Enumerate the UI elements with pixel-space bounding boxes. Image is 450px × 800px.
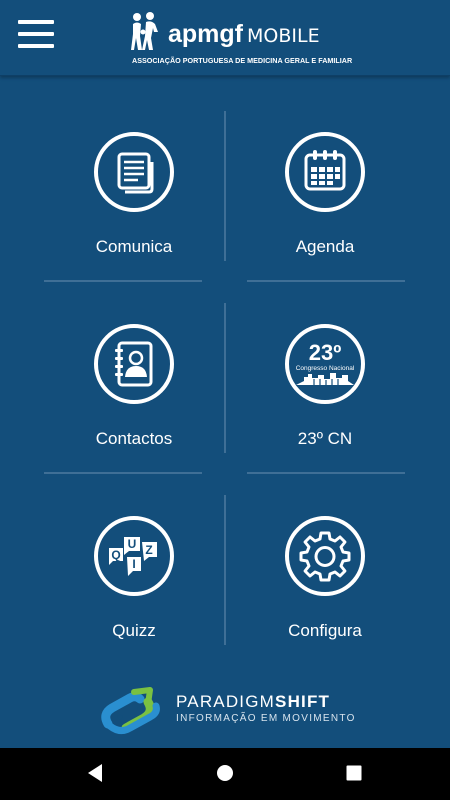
paradigmshift-tagline: INFORMAÇÃO EM MOVIMENTO: [176, 713, 356, 724]
address-book-icon: [94, 324, 174, 404]
brand-name: apmgf: [168, 20, 243, 48]
menu-item-label: Configura: [288, 621, 362, 640]
apmgf-figures-logo: [131, 12, 158, 50]
recents-square-icon[interactable]: [346, 765, 362, 781]
congress-badge-icon: 23º Congresso Nacional: [285, 324, 365, 404]
hamburger-menu-icon[interactable]: [18, 20, 56, 48]
menu-item-label: Agenda: [295, 237, 355, 256]
brand-suffix: MOBILE: [247, 25, 320, 47]
quiz-letter-i: I: [132, 557, 135, 571]
brand-subtitle: ASSOCIAÇÃO PORTUGUESA DE MEDICINA GERAL …: [132, 56, 353, 65]
paradigmshift-mark-icon: [101, 687, 160, 735]
badge-number: 23º: [309, 340, 342, 365]
divider-horizontal-2b: [247, 472, 405, 474]
menu-item-label: 23º CN: [297, 429, 353, 448]
brand-title: apmgf MOBILE: [168, 20, 320, 49]
divider-horizontal-2a: [44, 472, 202, 474]
quiz-letter-u: U: [128, 537, 137, 551]
menu-item-label: Comunica: [95, 237, 173, 256]
home-circle-icon[interactable]: [216, 764, 234, 782]
menu-item-quizz[interactable]: Q U I Z Quizz: [44, 489, 224, 669]
quiz-speech-bubbles-icon: Q U I Z: [94, 516, 174, 596]
paradigmshift-logo: PARADIGMSHIFT INFORMAÇÃO EM MOVIMENTO: [100, 680, 360, 740]
menu-item-congresso[interactable]: 23º Congresso Nacional 23º CN: [235, 297, 415, 477]
paradigmshift-title-bold: SHIFT: [275, 692, 331, 711]
system-navigation-bar: [0, 748, 450, 800]
menu-item-label: Quizz: [112, 621, 156, 640]
quiz-letter-z: Z: [145, 543, 152, 557]
menu-grid: Comunica Agenda Contactos 23º Congresso …: [22, 105, 428, 645]
menu-item-agenda[interactable]: Agenda: [235, 105, 415, 285]
quiz-letter-q: Q: [111, 548, 120, 562]
paradigmshift-title-light: PARADIGM: [176, 692, 276, 711]
divider-vertical-2: [224, 303, 226, 453]
divider-vertical-1: [224, 111, 226, 261]
menu-item-contactos[interactable]: Contactos: [44, 297, 224, 477]
back-triangle-icon[interactable]: [86, 762, 104, 784]
menu-item-comunica[interactable]: Comunica: [44, 105, 224, 285]
app-header: apmgf MOBILE ASSOCIAÇÃO PORTUGUESA DE MED…: [0, 0, 450, 76]
divider-vertical-3: [224, 495, 226, 645]
calendar-icon: [285, 132, 365, 212]
apmgf-logo: apmgf MOBILE ASSOCIAÇÃO PORTUGUESA DE MED…: [128, 10, 352, 70]
divider-horizontal-1a: [44, 280, 202, 282]
paradigmshift-title: PARADIGMSHIFT: [176, 692, 330, 712]
menu-item-configura[interactable]: Configura: [235, 489, 415, 669]
gear-icon: [285, 516, 365, 596]
documents-icon: [94, 132, 174, 212]
badge-text: Congresso Nacional: [296, 365, 355, 372]
menu-item-label: Contactos: [95, 429, 173, 448]
divider-horizontal-1b: [247, 280, 405, 282]
